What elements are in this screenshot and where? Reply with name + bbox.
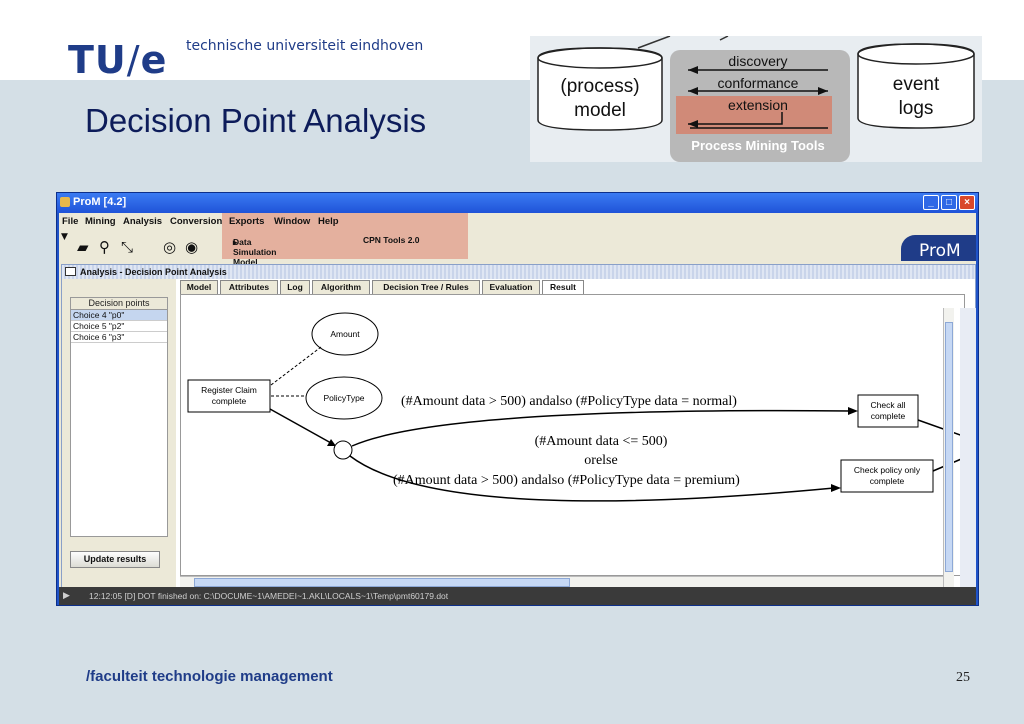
result-graph-canvas[interactable]: Amount PolicyType Register Claim complet… xyxy=(180,294,967,576)
model-label-1: (process) xyxy=(560,76,639,97)
tab-log[interactable]: Log xyxy=(280,280,310,294)
side-overview-strip xyxy=(960,308,976,590)
arrow-conformance-label: conformance xyxy=(718,75,799,91)
analysis-frame-title[interactable]: Analysis - Decision Point Analysis xyxy=(62,265,975,279)
prom-app-icon xyxy=(60,197,70,207)
menu-help[interactable]: Help xyxy=(318,216,339,227)
node-check-all-label-2: complete xyxy=(871,411,906,421)
page-number: 25 xyxy=(956,670,970,685)
open-folder-icon[interactable]: ▰ xyxy=(77,238,89,256)
vertical-scroll-thumb[interactable] xyxy=(945,322,953,572)
frame-icon xyxy=(65,267,76,276)
close-button[interactable]: × xyxy=(959,195,975,210)
faculty-footer: /faculteit technologie management xyxy=(86,668,333,685)
decision-graph: Amount PolicyType Register Claim complet… xyxy=(187,312,967,502)
menu-bar: File Mining Analysis Conversion Exports … xyxy=(59,213,976,230)
arrow-discovery-label: discovery xyxy=(728,53,787,69)
model-label-2: model xyxy=(574,100,626,121)
window-client: File Mining Analysis Conversion Exports … xyxy=(59,213,976,605)
edge-choice-check-policy-arrowhead xyxy=(831,484,841,492)
exports-submenu: Data Simulation Model No.2 ▸ CPN Tools 2… xyxy=(233,235,420,277)
play-icon[interactable]: ▶ xyxy=(63,590,70,601)
edge-register-amount xyxy=(270,346,322,386)
process-mining-framework: (process) model discovery conformance ex… xyxy=(530,35,982,162)
university-tagline: technische universiteit eindhoven xyxy=(186,38,424,54)
search-icon[interactable]: ⚲ xyxy=(99,238,110,256)
tab-evaluation[interactable]: Evaluation xyxy=(482,280,540,294)
logs-label-1: event xyxy=(893,74,940,95)
window-controls: _ □ × xyxy=(923,195,975,210)
tue-logo: TU/e xyxy=(68,38,168,82)
list-item[interactable]: Choice 6 "p3" xyxy=(71,332,167,343)
result-tabs: Model Attributes Log Algorithm Decision … xyxy=(180,280,977,294)
framework-diagram: (process) model discovery conformance ex… xyxy=(537,35,975,162)
node-policytype-label: PolicyType xyxy=(323,393,364,403)
choice-place xyxy=(333,440,353,460)
vertical-scrollbar[interactable] xyxy=(943,308,954,590)
list-item[interactable]: Choice 4 "p0" xyxy=(71,310,167,321)
minimize-button[interactable]: _ xyxy=(923,195,939,210)
slide-title: Decision Point Analysis xyxy=(85,102,427,139)
slide: TU/e technische universiteit eindhoven D… xyxy=(0,0,1024,724)
tab-decision-tree-rules[interactable]: Decision Tree / Rules xyxy=(372,280,480,294)
menu-mining[interactable]: Mining xyxy=(85,216,116,227)
analysis-frame: Analysis - Decision Point Analysis Decis… xyxy=(61,264,976,604)
node-register-claim-label-2: complete xyxy=(212,396,247,406)
logs-label-2: logs xyxy=(899,98,934,119)
zoom-icon[interactable]: ◉ xyxy=(185,238,198,256)
edge-register-choice-arrowhead xyxy=(327,439,336,446)
rule-bottom-label-2: orelse xyxy=(584,453,617,468)
menu-analysis[interactable]: Analysis xyxy=(123,216,162,227)
edge-choice-check-all-arrowhead xyxy=(848,407,858,415)
node-amount-label: Amount xyxy=(330,329,360,339)
rule-bottom-label-3: (#Amount data > 500) andalso (#PolicyTyp… xyxy=(393,473,740,488)
node-check-all-label-1: Check all xyxy=(871,400,906,410)
tab-algorithm[interactable]: Algorithm xyxy=(312,280,370,294)
connector-line-mid xyxy=(719,35,729,41)
decision-points-header: Decision points xyxy=(71,298,167,310)
arrow-extension-label: extension xyxy=(728,97,788,113)
horizontal-scroll-thumb[interactable] xyxy=(194,578,570,587)
status-bar: ▶ 12:12:05 [D] DOT finished on: C:\DOCUM… xyxy=(59,587,976,605)
maximize-button[interactable]: □ xyxy=(941,195,957,210)
wand-icon[interactable]: ⤡ xyxy=(121,238,133,256)
decision-points-list: Decision points Choice 4 "p0" Choice 5 "… xyxy=(70,297,168,537)
status-message: 12:12:05 [D] DOT finished on: C:\DOCUME~… xyxy=(89,591,449,601)
tab-model[interactable]: Model xyxy=(180,280,218,294)
menu-window[interactable]: Window xyxy=(274,216,310,227)
list-item[interactable]: Choice 5 "p2" xyxy=(71,321,167,332)
menu-file[interactable]: File xyxy=(62,216,78,227)
toolbar: ▼ ▰ ⚲ ⤡ ◎ ◉ xyxy=(59,230,976,262)
submenu-cpn-tools[interactable]: CPN Tools 2.0 xyxy=(363,235,420,245)
rule-top-label: (#Amount data > 500) andalso (#PolicyTyp… xyxy=(401,394,737,409)
node-check-policy-label-1: Check policy only xyxy=(854,465,921,475)
prom-window: ProM [4.2] _ □ × File Mining Analysis Co… xyxy=(56,192,979,606)
window-titlebar[interactable]: ProM [4.2] _ □ × xyxy=(57,193,978,213)
tab-attributes[interactable]: Attributes xyxy=(220,280,278,294)
rule-bottom-label-1: (#Amount data <= 500) xyxy=(535,434,668,449)
decision-points-panel: Decision points Choice 4 "p0" Choice 5 "… xyxy=(62,279,176,603)
tab-result[interactable]: Result xyxy=(542,280,584,294)
connector-line-left xyxy=(637,35,671,49)
refresh-icon[interactable]: ◎ xyxy=(163,238,176,256)
tools-label: Process Mining Tools xyxy=(691,138,824,153)
node-register-claim-label-1: Register Claim xyxy=(201,385,257,395)
node-check-policy-label-2: complete xyxy=(870,476,905,486)
window-title: ProM [4.2] xyxy=(73,196,127,208)
edge-check-all-out xyxy=(917,419,967,438)
chevron-down-icon[interactable]: ▼ xyxy=(61,232,68,242)
update-results-button[interactable]: Update results xyxy=(70,551,160,568)
menu-exports[interactable]: Exports xyxy=(229,216,264,227)
submenu-arrow-icon: ▸ xyxy=(233,237,238,247)
prom-brand-logo: ProM xyxy=(901,235,976,261)
menu-conversion[interactable]: Conversion xyxy=(170,216,222,227)
